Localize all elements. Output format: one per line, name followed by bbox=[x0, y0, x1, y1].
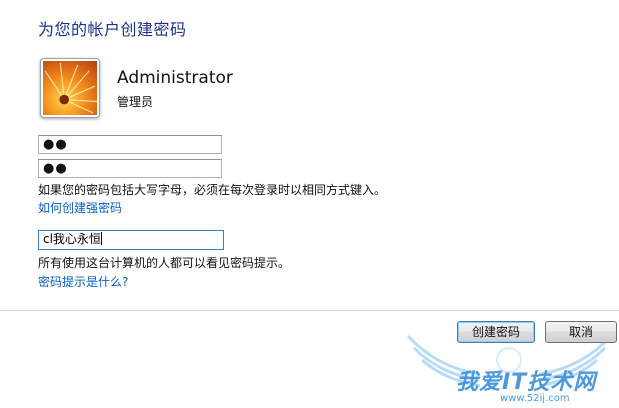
password-hint-value: cl我心永恒 bbox=[43, 232, 101, 246]
user-role: 管理员 bbox=[117, 95, 154, 109]
cancel-button[interactable]: 取消 bbox=[545, 321, 617, 343]
confirm-password-field[interactable]: ●● bbox=[38, 159, 222, 178]
hint-visibility-note: 所有使用这台计算机的人都可以看见密码提示。 bbox=[38, 256, 291, 270]
password-hint-help-link[interactable]: 密码提示是什么? bbox=[38, 273, 128, 290]
text-caret bbox=[100, 232, 102, 245]
footer-divider bbox=[0, 310, 619, 311]
user-name: Administrator bbox=[117, 68, 233, 88]
page-title: 为您的帐户创建密码 bbox=[38, 20, 187, 39]
case-sensitivity-note: 如果您的密码包括大写字母，必须在每次登录时以相同方式键入。 bbox=[38, 183, 387, 197]
user-avatar bbox=[40, 58, 100, 118]
password-hint-field[interactable]: cl我心永恒 bbox=[38, 230, 224, 250]
strong-password-link[interactable]: 如何创建强密码 bbox=[38, 199, 122, 216]
orange-flower-icon bbox=[43, 61, 97, 115]
create-password-button[interactable]: 创建密码 bbox=[457, 321, 535, 343]
watermark-url: www.52ij.com bbox=[500, 393, 570, 404]
new-password-field[interactable]: ●● bbox=[38, 135, 222, 154]
watermark-text: 我爱IT技术网 bbox=[456, 370, 597, 395]
